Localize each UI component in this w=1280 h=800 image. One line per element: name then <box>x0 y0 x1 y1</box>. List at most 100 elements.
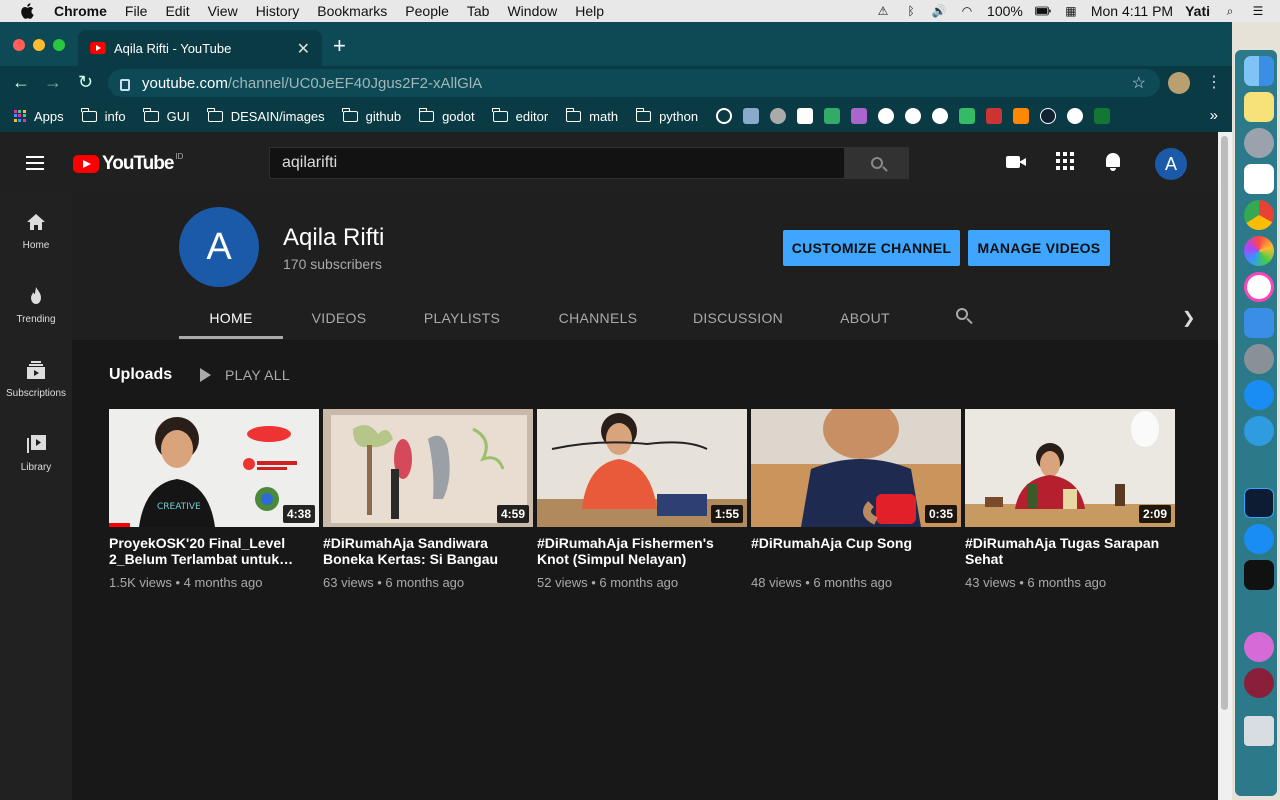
lock-icon[interactable] <box>120 79 130 91</box>
chrome-icon[interactable] <box>1244 200 1274 230</box>
video-title[interactable]: #DiRumahAja Fishermen's Knot (Simpul Nel… <box>537 535 747 567</box>
manage-videos-button[interactable]: MANAGE VIDEOS <box>968 230 1110 266</box>
menu-help[interactable]: Help <box>575 3 604 19</box>
flower-app-icon[interactable] <box>1244 632 1274 662</box>
video-thumbnail[interactable]: CREATIVE 4:38 <box>109 409 319 527</box>
sidebar-item-subscriptions[interactable]: Subscriptions <box>0 360 72 399</box>
hamburger-menu-icon[interactable] <box>26 156 46 170</box>
notification-center-icon[interactable]: ☰ <box>1250 4 1266 18</box>
tab-channels[interactable]: CHANNELS <box>548 310 648 326</box>
create-video-icon[interactable] <box>1006 152 1028 172</box>
sidebar-item-library[interactable]: Library <box>0 434 72 473</box>
safari-icon[interactable] <box>1244 524 1274 554</box>
close-tab-icon[interactable]: ✕ <box>297 39 310 59</box>
search-button[interactable] <box>845 147 909 179</box>
bookmark-favicon-icon[interactable] <box>743 108 760 124</box>
video-card[interactable]: 2:09 #DiRumahAja Tugas Sarapan Sehat 43 … <box>965 409 1175 590</box>
menubar-user[interactable]: Yati <box>1185 3 1210 19</box>
app-icon[interactable] <box>1244 416 1274 446</box>
scrollbar-thumb[interactable] <box>1221 136 1228 710</box>
tab-videos[interactable]: VIDEOS <box>299 310 379 326</box>
volume-icon[interactable]: 🔊 <box>931 4 947 18</box>
menu-tab[interactable]: Tab <box>467 3 490 19</box>
back-icon[interactable]: ← <box>12 72 30 93</box>
account-avatar[interactable]: A <box>1155 148 1187 180</box>
video-thumbnail[interactable]: 2:09 <box>965 409 1175 527</box>
menu-file[interactable]: File <box>125 3 148 19</box>
bookmark-favicon-icon[interactable] <box>1040 108 1057 124</box>
chrome-menu-icon[interactable]: ⋮ <box>1206 72 1222 92</box>
bluetooth-icon[interactable]: ᛒ <box>903 4 919 18</box>
trash-icon[interactable] <box>1244 716 1274 746</box>
tab-about[interactable]: ABOUT <box>828 310 902 326</box>
bookmark-folder-python[interactable]: python <box>635 107 698 124</box>
photoshop-icon[interactable] <box>1244 488 1274 518</box>
bookmark-folder-editor[interactable]: editor <box>492 107 548 124</box>
zoom-window-icon[interactable] <box>53 39 65 51</box>
bookmark-favicon-icon[interactable] <box>851 108 868 124</box>
bookmark-favicon-icon[interactable] <box>959 108 976 124</box>
app-icon[interactable] <box>1244 668 1274 698</box>
menu-edit[interactable]: Edit <box>165 3 189 19</box>
video-card[interactable]: 0:35 #DiRumahAja Cup Song 48 views • 6 m… <box>751 409 961 590</box>
code-icon[interactable] <box>1094 108 1111 124</box>
video-card[interactable]: 4:59 #DiRumahAja Sandiwara Boneka Kertas… <box>323 409 533 590</box>
page-scrollbar[interactable] <box>1218 132 1232 800</box>
video-title[interactable]: ProyekOSK'20 Final_Level 2_Belum Terlamb… <box>109 535 319 567</box>
battery-icon[interactable] <box>1034 4 1051 18</box>
video-thumbnail[interactable]: 1:55 <box>537 409 747 527</box>
bookmark-folder-godot[interactable]: godot <box>418 107 475 124</box>
app-store-icon[interactable] <box>1244 380 1274 410</box>
bookmark-apps[interactable]: Apps <box>14 109 64 124</box>
shelf-title[interactable]: Uploads <box>109 366 172 384</box>
tab-discussion[interactable]: DISCUSSION <box>684 310 792 326</box>
bookmark-folder-gui[interactable]: GUI <box>143 107 190 124</box>
bookmark-favicon-icon[interactable] <box>1013 108 1030 124</box>
photos-icon[interactable] <box>1244 236 1274 266</box>
video-title[interactable]: #DiRumahAja Sandiwara Boneka Kertas: Si … <box>323 535 533 567</box>
menu-bookmarks[interactable]: Bookmarks <box>317 3 387 19</box>
customize-channel-button[interactable]: CUSTOMIZE CHANNEL <box>783 230 960 266</box>
sidebar-item-trending[interactable]: Trending <box>0 286 72 325</box>
close-window-icon[interactable] <box>13 39 25 51</box>
youtube-apps-icon[interactable] <box>1056 152 1074 170</box>
reload-icon[interactable]: ↻ <box>78 72 93 93</box>
video-thumbnail[interactable]: 0:35 <box>751 409 961 527</box>
forward-icon[interactable]: → <box>44 72 62 93</box>
notes-icon[interactable] <box>1244 92 1274 122</box>
bookmark-star-icon[interactable]: ☆ <box>1132 73 1146 93</box>
menu-app-name[interactable]: Chrome <box>54 3 107 19</box>
terminal-icon[interactable] <box>1244 560 1274 590</box>
bookmark-favicon-icon[interactable] <box>797 108 814 124</box>
globe-icon[interactable] <box>878 108 895 124</box>
bookmark-folder-math[interactable]: math <box>565 107 618 124</box>
video-title[interactable]: #DiRumahAja Tugas Sarapan Sehat <box>965 535 1175 567</box>
warning-icon[interactable]: ⚠ <box>875 4 891 18</box>
minimize-window-icon[interactable] <box>33 39 45 51</box>
browser-tab[interactable]: Aqila Rifti - YouTube ✕ <box>78 30 322 66</box>
bookmark-folder-desain[interactable]: DESAIN/images <box>207 107 325 124</box>
chevron-right-icon[interactable]: ❯ <box>1182 308 1195 328</box>
calendar-icon[interactable] <box>1244 164 1274 194</box>
address-bar[interactable]: youtube.com /channel/UC0JeEF40Jgus2F2-xA… <box>108 69 1160 97</box>
battery-percent[interactable]: 100% <box>987 3 1023 19</box>
menu-people[interactable]: People <box>405 3 449 19</box>
apple-icon[interactable] <box>18 2 36 20</box>
system-preferences-icon[interactable] <box>1244 344 1274 374</box>
channel-avatar[interactable]: A <box>179 207 259 287</box>
bookmark-folder-info[interactable]: info <box>81 107 126 124</box>
profile-avatar-icon[interactable] <box>1168 72 1190 94</box>
channel-search-icon[interactable] <box>956 308 973 325</box>
youtube-logo[interactable]: YouTube ID <box>73 152 183 175</box>
wifi-icon[interactable]: ◠ <box>959 4 975 18</box>
play-all-button[interactable]: PLAY ALL <box>200 367 290 383</box>
video-thumbnail[interactable]: 4:59 <box>323 409 533 527</box>
video-card[interactable]: 1:55 #DiRumahAja Fishermen's Knot (Simpu… <box>537 409 747 590</box>
finder-icon[interactable] <box>1244 56 1274 86</box>
globe-icon[interactable] <box>1067 108 1084 124</box>
globe-icon[interactable] <box>932 108 949 124</box>
vscode-icon[interactable] <box>1244 596 1274 626</box>
music-icon[interactable] <box>1244 272 1274 302</box>
tab-home[interactable]: HOME <box>179 310 283 326</box>
calendar-menu-icon[interactable]: ▦ <box>1063 4 1079 18</box>
